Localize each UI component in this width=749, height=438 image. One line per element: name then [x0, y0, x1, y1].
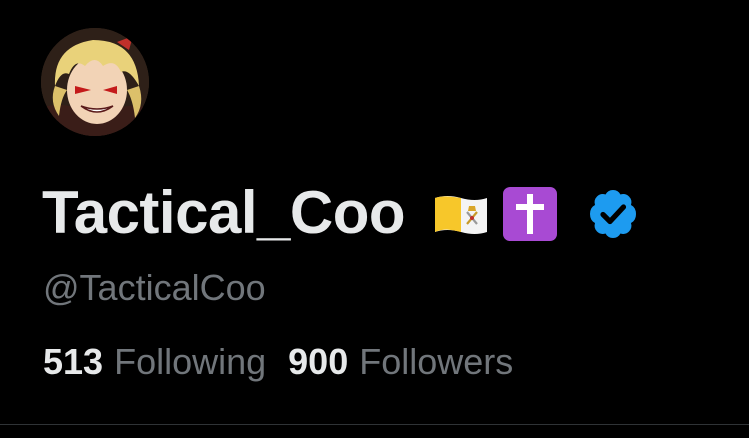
- display-name: Tactical_Coo: [42, 179, 406, 246]
- vatican-flag-icon: [435, 196, 487, 234]
- section-divider: [0, 424, 749, 425]
- followers-count: 900: [288, 341, 349, 382]
- latin-cross-icon: [503, 187, 557, 241]
- following-link[interactable]: 513 Following: [43, 340, 266, 384]
- profile-handle: @TacticalCoo: [43, 267, 266, 308]
- followers-link[interactable]: 900 Followers: [288, 340, 513, 384]
- profile-avatar[interactable]: [41, 28, 149, 136]
- profile-name-row: Tactical_Coo: [42, 178, 641, 248]
- avatar-image: [41, 28, 149, 136]
- following-count: 513: [43, 341, 104, 382]
- followers-label: Followers: [359, 341, 514, 382]
- following-label: Following: [114, 341, 267, 382]
- verified-badge-icon[interactable]: [585, 186, 641, 242]
- profile-stats: 513 Following 900 Followers: [43, 340, 513, 384]
